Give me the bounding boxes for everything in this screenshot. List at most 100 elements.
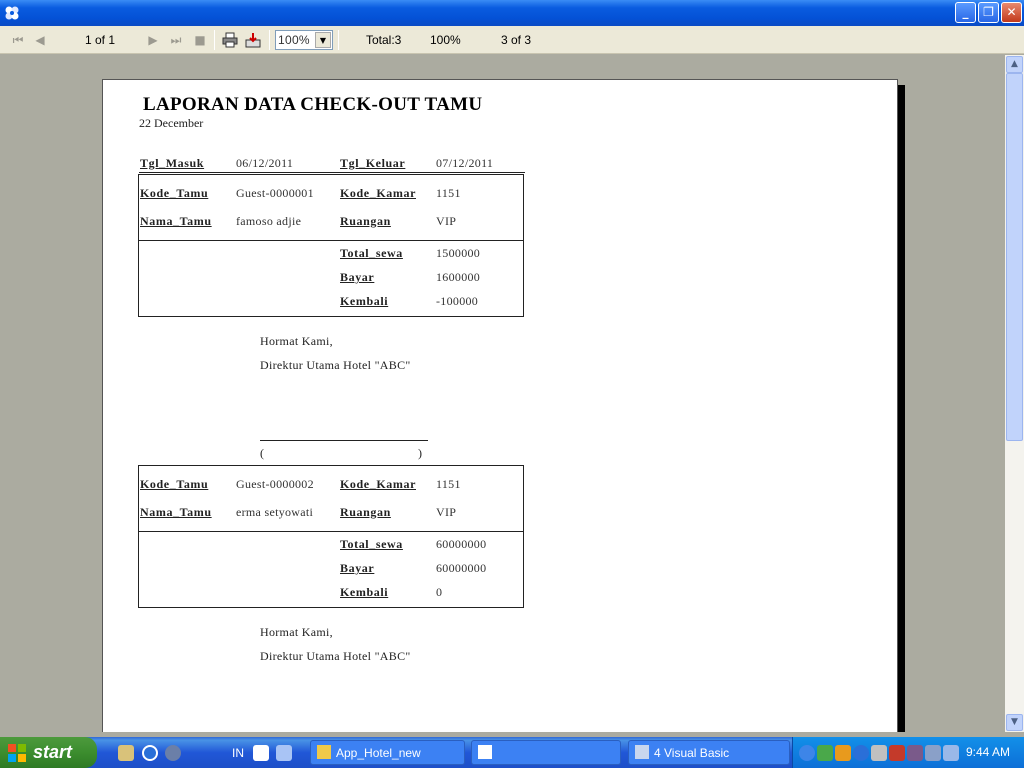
task-window[interactable] <box>471 740 621 765</box>
zoom-select[interactable]: 100% ▼ <box>275 30 333 50</box>
chevron-down-icon[interactable]: ▼ <box>315 32 331 48</box>
nama-tamu-label: Nama_Tamu <box>140 214 212 228</box>
tray-app-icon[interactable] <box>925 745 941 761</box>
vertical-scrollbar[interactable]: ▲ ▼ <box>1005 55 1024 732</box>
signature-position: Direktur Utama Hotel "ABC" <box>260 649 411 663</box>
tray-expand-icon[interactable] <box>799 745 815 761</box>
signature-greeting: Hormat Kami, <box>260 625 333 639</box>
header-underline <box>139 172 525 173</box>
kode-kamar-label: Kode_Kamar <box>340 186 416 200</box>
tray-app-icon[interactable] <box>889 745 905 761</box>
clock: 9:44 AM <box>965 745 1010 759</box>
signature-position: Direktur Utama Hotel "ABC" <box>260 358 411 372</box>
tgl-masuk-value: 06/12/2011 <box>236 156 294 170</box>
tray-app-icon[interactable] <box>835 745 851 761</box>
quicklaunch-eraser-icon[interactable] <box>118 745 134 761</box>
next-page-icon[interactable]: ▶ <box>145 32 161 48</box>
page-indicator: 1 of 1 <box>85 33 116 47</box>
scroll-thumb[interactable] <box>1006 73 1023 441</box>
close-button[interactable]: ✕ <box>1001 2 1022 23</box>
window-icon <box>478 745 492 759</box>
tgl-keluar-value: 07/12/2011 <box>436 156 494 170</box>
quicklaunch-media-icon[interactable] <box>165 745 181 761</box>
tray-app-icon[interactable] <box>817 745 833 761</box>
bayar-label: Bayar <box>340 561 375 575</box>
tray-app-icon[interactable] <box>907 745 923 761</box>
nama-tamu-value: erma setyowati <box>236 505 314 519</box>
total-sewa-label: Total_sewa <box>340 246 403 260</box>
kembali-label: Kembali <box>340 585 389 599</box>
taskbar: start IN App_Hotel_new 4 Visual Basic 9:… <box>0 737 1024 768</box>
bayar-value: 60000000 <box>436 561 487 575</box>
kode-kamar-label: Kode_Kamar <box>340 477 416 491</box>
task-app-hotel[interactable]: App_Hotel_new <box>310 740 465 765</box>
report-page: LAPORAN DATA CHECK-OUT TAMU 22 December … <box>102 79 898 732</box>
ruangan-value: VIP <box>436 505 457 519</box>
stop-icon[interactable]: ■ <box>192 32 208 48</box>
folder-icon <box>317 745 331 759</box>
tray-app-icon[interactable] <box>853 745 869 761</box>
minimize-button[interactable]: _ <box>955 2 976 23</box>
signature-line <box>260 440 428 441</box>
language-indicator[interactable]: IN <box>232 746 244 760</box>
title-bar: _ ❐ ✕ <box>0 0 1024 26</box>
kode-tamu-value: Guest-0000002 <box>236 477 314 491</box>
kembali-value: 0 <box>436 585 443 599</box>
total-sewa-value: 1500000 <box>436 246 481 260</box>
ruangan-value: VIP <box>436 214 457 228</box>
help-icon[interactable] <box>253 745 269 761</box>
kode-kamar-value: 1151 <box>436 186 461 200</box>
ruangan-label: Ruangan <box>340 214 391 228</box>
last-page-icon[interactable]: ⏭ <box>168 32 184 48</box>
app-icon[interactable] <box>4 5 20 21</box>
bayar-value: 1600000 <box>436 270 481 284</box>
system-tray: 9:44 AM <box>792 737 1024 768</box>
start-button[interactable]: start <box>0 737 97 768</box>
tgl-masuk-label: Tgl_Masuk <box>140 156 205 170</box>
windows-logo-icon <box>8 744 26 762</box>
zoom-value: 100% <box>278 33 310 47</box>
bayar-label: Bayar <box>340 270 375 284</box>
ime-icon[interactable] <box>276 745 292 761</box>
record-divider <box>138 240 524 241</box>
kembali-value: -100000 <box>436 294 479 308</box>
signature-greeting: Hormat Kami, <box>260 334 333 348</box>
zoom-percent: 100% <box>430 33 461 47</box>
toolbar-separator <box>338 30 339 50</box>
toolbar-separator <box>269 30 270 50</box>
task-label: App_Hotel_new <box>336 746 421 760</box>
first-page-icon[interactable]: ⏮ <box>10 32 26 48</box>
previous-page-icon[interactable]: ◀ <box>32 32 48 48</box>
print-icon[interactable] <box>222 32 238 48</box>
record-divider <box>138 531 524 532</box>
kode-tamu-label: Kode_Tamu <box>140 186 209 200</box>
nama-tamu-label: Nama_Tamu <box>140 505 212 519</box>
signature-paren-open: ( <box>260 446 265 460</box>
quicklaunch-ie-icon[interactable] <box>142 745 158 761</box>
report-viewer[interactable]: LAPORAN DATA CHECK-OUT TAMU 22 December … <box>0 55 1005 732</box>
tray-app-icon[interactable] <box>871 745 887 761</box>
task-label: 4 Visual Basic <box>654 746 730 760</box>
scroll-down-icon[interactable]: ▼ <box>1006 714 1023 731</box>
kode-kamar-value: 1151 <box>436 477 461 491</box>
signature-paren-close: ) <box>418 446 423 460</box>
kembali-label: Kembali <box>340 294 389 308</box>
restore-button[interactable]: ❐ <box>978 2 999 23</box>
export-icon[interactable] <box>245 32 261 48</box>
tgl-keluar-label: Tgl_Keluar <box>340 156 406 170</box>
toolbar-separator <box>214 30 215 50</box>
ruangan-label: Ruangan <box>340 505 391 519</box>
total-sewa-label: Total_sewa <box>340 537 403 551</box>
kode-tamu-value: Guest-0000001 <box>236 186 314 200</box>
tray-app-icon[interactable] <box>943 745 959 761</box>
start-label: start <box>33 742 73 762</box>
report-toolbar: ⏮ ◀ 1 of 1 ▶ ⏭ ■ 100% ▼ Total:3 100% 3 o… <box>0 26 1024 54</box>
task-visual-basic[interactable]: 4 Visual Basic <box>628 740 790 765</box>
kode-tamu-label: Kode_Tamu <box>140 477 209 491</box>
visual-basic-icon <box>635 745 649 759</box>
total-records: Total:3 <box>366 33 402 47</box>
nama-tamu-value: famoso adjie <box>236 214 302 228</box>
record-indicator: 3 of 3 <box>501 33 532 47</box>
report-date: 22 December <box>139 116 204 130</box>
scroll-up-icon[interactable]: ▲ <box>1006 56 1023 73</box>
